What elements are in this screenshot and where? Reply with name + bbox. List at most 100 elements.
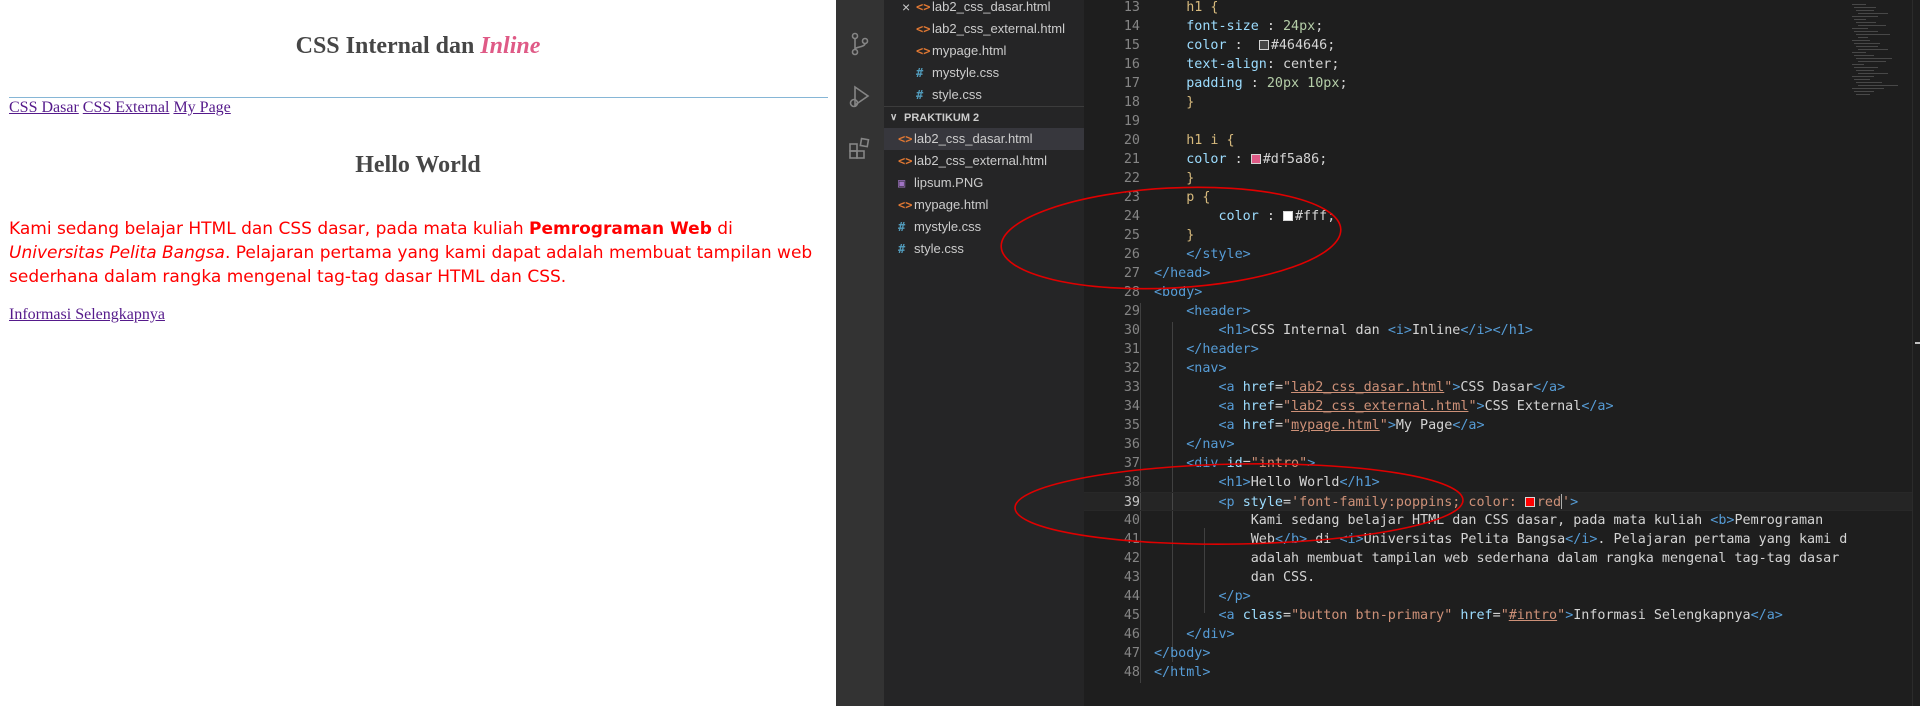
run-debug-icon[interactable]	[846, 82, 874, 110]
code-line[interactable]: 16 text-align: center;	[1084, 55, 1920, 74]
code-line[interactable]: 31 </header>	[1084, 340, 1920, 359]
code-line[interactable]: 38 <h1>Hello World</h1>	[1084, 473, 1920, 492]
code-line[interactable]: 47 </body>	[1084, 644, 1920, 663]
code-line[interactable]: 36 </nav>	[1084, 435, 1920, 454]
vertical-scrollbar[interactable]	[1912, 0, 1920, 706]
code-line[interactable]: 25 }	[1084, 226, 1920, 245]
code-line[interactable]: 39 <p style='font-family:poppins; color:…	[1084, 492, 1920, 511]
code-token: </html>	[1154, 665, 1211, 680]
code-token: :	[1226, 38, 1259, 53]
line-number: 20	[1123, 133, 1140, 148]
code-line[interactable]: 21 color : #df5a86;	[1084, 150, 1920, 169]
explorer-file-lab2-css-dasar-html[interactable]: × <> lab2_css_dasar.html	[884, 0, 1084, 18]
explorer-file-lipsum-png[interactable]: ▣ lipsum.PNG	[884, 172, 1084, 194]
code-line[interactable]: 37 <div id="intro">	[1084, 454, 1920, 473]
code-token: href	[1242, 418, 1275, 433]
code-line[interactable]: 32 <nav>	[1084, 359, 1920, 378]
minimap[interactable]	[1844, 0, 1920, 120]
code-line[interactable]: 42 adalah membuat tampilan web sederhana…	[1084, 549, 1920, 568]
code-line[interactable]: 22 }	[1084, 169, 1920, 188]
explorer-file-style-css[interactable]: # style.css	[884, 84, 1084, 106]
code-token: red	[1536, 495, 1562, 510]
explorer-file-mypage-html[interactable]: <> mypage.html	[884, 194, 1084, 216]
code-line[interactable]: 46 </div>	[1084, 625, 1920, 644]
code-line[interactable]: 19	[1084, 112, 1920, 131]
explorer-file-lab2-css-external-html[interactable]: <> lab2_css_external.html	[884, 150, 1084, 172]
code-line[interactable]: 41 Web</b> di <i>Universitas Pelita Bang…	[1084, 530, 1920, 549]
code-line[interactable]: 29 <header>	[1084, 302, 1920, 321]
file-label: style.css	[932, 87, 982, 102]
code-line[interactable]: 30 <h1>CSS Internal dan <i>Inline</i></h…	[1084, 321, 1920, 340]
code-line[interactable]: 15 color : #464646;	[1084, 36, 1920, 55]
file-label: mystyle.css	[932, 65, 1000, 80]
code-line[interactable]: 27 </head>	[1084, 264, 1920, 283]
line-number: 47	[1123, 646, 1140, 661]
code-token: CSS External	[1484, 399, 1582, 414]
code-line[interactable]: 24 color : #fff;	[1084, 207, 1920, 226]
code-line[interactable]: 35 <a href="mypage.html">My Page</a>	[1084, 416, 1920, 435]
code-token: </a>	[1581, 399, 1614, 414]
close-icon[interactable]: ×	[902, 0, 910, 18]
extensions-icon[interactable]	[846, 134, 874, 162]
code-line[interactable]: 28 <body>	[1084, 283, 1920, 302]
code-token: ;	[1319, 152, 1328, 167]
code-line[interactable]: 48 </html>	[1084, 663, 1920, 682]
more-info-link[interactable]: Informasi Selengkapnya	[9, 306, 165, 324]
minimap-line	[1852, 4, 1866, 5]
code-token: : center;	[1266, 57, 1340, 72]
file-label: mystyle.css	[914, 219, 982, 234]
nav-link-my-page[interactable]: My Page	[173, 99, 230, 116]
code-token: 'font-family:poppins; color:	[1291, 495, 1525, 510]
code-line[interactable]: 33 <a href="lab2_css_dasar.html">CSS Das…	[1084, 378, 1920, 397]
source-control-icon[interactable]	[846, 30, 874, 58]
code-token: color	[1218, 209, 1259, 224]
nav-link-css-external[interactable]: CSS External	[83, 99, 170, 116]
html-file-icon: <>	[898, 132, 913, 146]
code-line[interactable]: 14 font-size : 24px;	[1084, 17, 1920, 36]
explorer-file-mypage-html[interactable]: <> mypage.html	[884, 40, 1084, 62]
explorer-file-mystyle-css[interactable]: # mystyle.css	[884, 216, 1084, 238]
code-text: </head>	[1154, 264, 1210, 283]
code-token: </style>	[1186, 247, 1251, 262]
code-token: =	[1492, 608, 1501, 623]
code-line[interactable]: 45 <a class="button btn-primary" href="#…	[1084, 606, 1920, 625]
nav-link-css-dasar[interactable]: CSS Dasar	[9, 99, 79, 116]
code-text: </html>	[1154, 663, 1210, 682]
code-text: Web</b> di <i>Universitas Pelita Bangsa<…	[1154, 530, 1848, 549]
code-token: style	[1242, 495, 1283, 510]
browser-preview: CSS Internal dan Inline CSS Dasar CSS Ex…	[0, 0, 836, 706]
code-line[interactable]: 26 </style>	[1084, 245, 1920, 264]
minimap-line	[1856, 82, 1882, 83]
code-token: =	[1283, 495, 1292, 510]
minimap-line	[1858, 37, 1868, 38]
code-line[interactable]: 13 h1 {	[1084, 0, 1920, 17]
minimap-line	[1854, 7, 1876, 8]
code-line[interactable]: 23 p {	[1084, 188, 1920, 207]
code-line[interactable]: 18 }	[1084, 93, 1920, 112]
code-line[interactable]: 40 Kami sedang belajar HTML dan CSS dasa…	[1084, 511, 1920, 530]
line-number: 42	[1123, 551, 1140, 566]
code-line[interactable]: 17 padding : 20px 10px;	[1084, 74, 1920, 93]
workspace-section-header[interactable]: ∨ PRAKTIKUM 2	[884, 106, 1084, 128]
minimap-line	[1854, 43, 1880, 44]
code-line[interactable]: 34 <a href="lab2_css_external.html">CSS …	[1084, 397, 1920, 416]
explorer-file-lab2-css-external-html[interactable]: <> lab2_css_external.html	[884, 18, 1084, 40]
code-editor[interactable]: 13 h1 {14 font-size : 24px; 15 color : #4…	[1084, 0, 1920, 706]
code-line[interactable]: 20 h1 i {	[1084, 131, 1920, 150]
explorer-file-mystyle-css[interactable]: # mystyle.css	[884, 62, 1084, 84]
explorer-file-lab2-css-dasar-html[interactable]: <> lab2_css_dasar.html	[884, 128, 1084, 150]
line-number: 28	[1123, 285, 1140, 300]
code-token: p {	[1186, 190, 1211, 205]
code-token: <i>	[1387, 323, 1412, 338]
code-text: color : #df5a86;	[1154, 150, 1327, 169]
code-line[interactable]: 44 </p>	[1084, 587, 1920, 606]
explorer-file-style-css[interactable]: # style.css	[884, 238, 1084, 260]
file-label: lab2_css_dasar.html	[914, 131, 1033, 146]
code-line[interactable]: 43 dan CSS.	[1084, 568, 1920, 587]
